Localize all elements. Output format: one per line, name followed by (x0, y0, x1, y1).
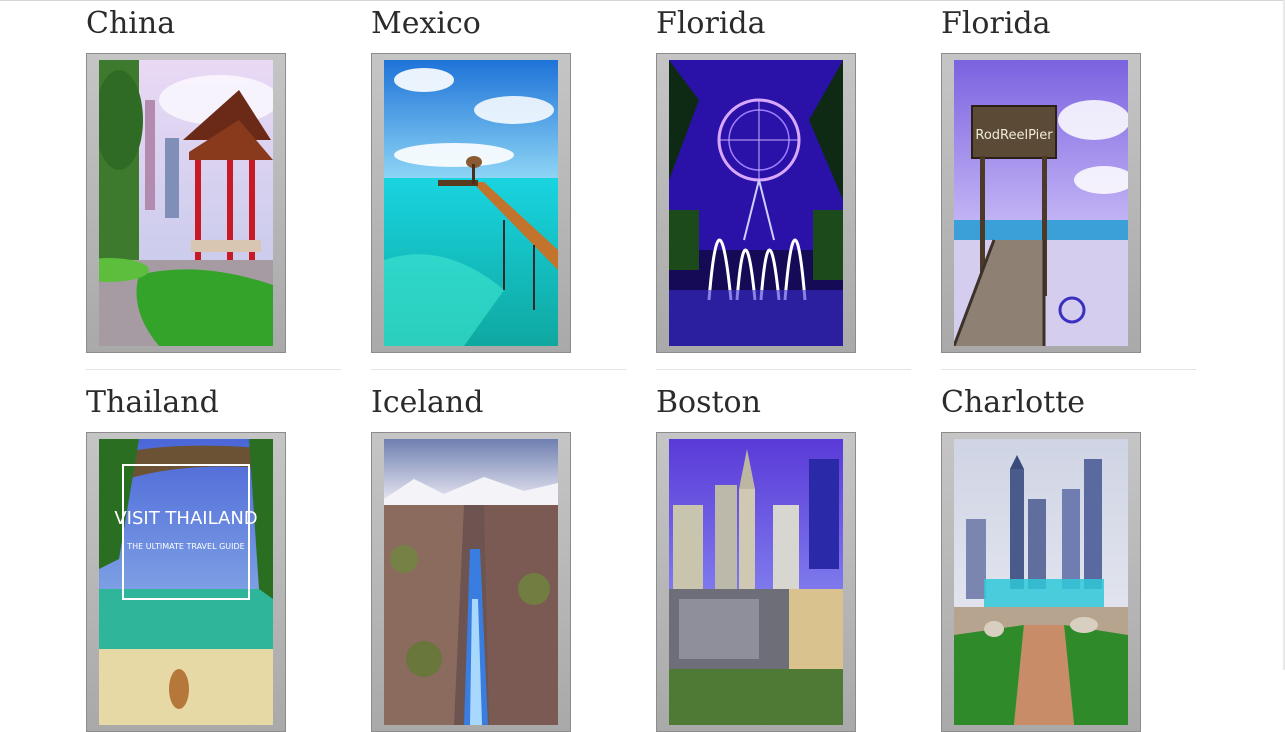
boston-skyline-photo[interactable] (669, 439, 843, 725)
visit-thailand-beach-poster[interactable]: VISIT THAILAND THE ULTIMATE TRAVEL GUIDE (99, 439, 273, 725)
photo-frame[interactable] (371, 432, 571, 732)
rod-reel-pier-beach-photo[interactable]: RodReelPier (954, 60, 1128, 346)
destination-title[interactable]: Charlotte (941, 383, 1085, 423)
divider (941, 369, 1196, 370)
photo-frame[interactable] (941, 432, 1141, 732)
top-border (0, 0, 1285, 1)
destination-title[interactable]: Boston (656, 383, 761, 423)
chinese-pavilion-garden-photo[interactable] (99, 60, 273, 346)
destination-title[interactable]: Florida (656, 4, 766, 44)
destination-title[interactable]: Mexico (371, 4, 481, 44)
thailand-subheading: THE ULTIMATE TRAVEL GUIDE (126, 542, 244, 551)
divider (86, 369, 341, 370)
destination-title[interactable]: Iceland (371, 383, 483, 423)
divider (656, 369, 911, 370)
icelandic-canyon-river-photo[interactable] (384, 439, 558, 725)
thailand-heading: VISIT THAILAND (114, 508, 257, 529)
ferris-wheel-fountain-night-photo[interactable] (669, 60, 843, 346)
photo-frame[interactable]: VISIT THAILAND THE ULTIMATE TRAVEL GUIDE (86, 432, 286, 732)
charlotte-skyline-park-photo[interactable] (954, 439, 1128, 725)
destination-title[interactable]: Thailand (86, 383, 219, 423)
destination-title[interactable]: China (86, 4, 175, 44)
pier-sign-text: RodReelPier (975, 128, 1053, 143)
photo-frame[interactable] (656, 432, 856, 732)
photo-frame[interactable]: RodReelPier (941, 53, 1141, 353)
photo-frame[interactable] (86, 53, 286, 353)
turquoise-sea-pier-photo[interactable] (384, 60, 558, 346)
destination-title[interactable]: Florida (941, 4, 1051, 44)
divider (371, 369, 626, 370)
photo-frame[interactable] (371, 53, 571, 353)
photo-frame[interactable] (656, 53, 856, 353)
